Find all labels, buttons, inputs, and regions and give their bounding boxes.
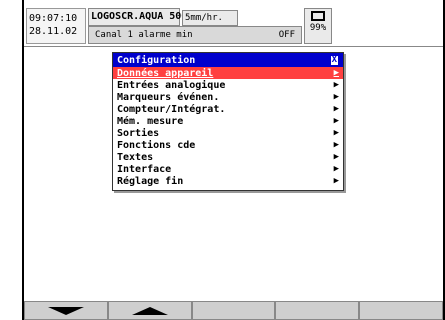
menu-item-label: Mém. mesure — [117, 115, 184, 127]
menu-item-marqueurs-evenements[interactable]: Marqueurs événen. ▶ — [113, 91, 343, 103]
alarm-state: OFF — [278, 30, 295, 40]
menu-item-mem-mesure[interactable]: Mém. mesure ▶ — [113, 115, 343, 127]
alarm-label: Canal 1 alarme min — [95, 30, 193, 40]
chevron-right-icon: ▶ — [333, 116, 339, 126]
clock-date: 28.11.02 — [29, 26, 78, 37]
menu-title: Configuration — [117, 54, 196, 66]
menu-item-textes[interactable]: Textes ▶ — [113, 151, 343, 163]
chevron-right-icon: ▶ — [333, 68, 339, 78]
softkey-up[interactable] — [107, 301, 192, 320]
device-screen: 09:07:10 28.11.02 LOGOSCR.AQUA 500 5mm/h… — [0, 0, 445, 320]
close-icon[interactable]: X — [329, 54, 339, 66]
menu-item-interface[interactable]: Interface ▶ — [113, 163, 343, 175]
menu-item-label: Fonctions cde — [117, 139, 196, 151]
softkey-3[interactable] — [191, 301, 276, 320]
menu-item-label: Textes — [117, 151, 154, 163]
menu-header: Configuration X — [113, 53, 343, 67]
menu-item-reglage-fin[interactable]: Réglage fin ▶ — [113, 175, 343, 187]
chart-speed-button[interactable]: 5mm/hr. — [182, 10, 238, 26]
arrow-up-icon — [131, 306, 168, 315]
header-divider — [24, 46, 443, 47]
softkey-bar — [24, 301, 443, 320]
menu-item-label: Entrées analogique — [117, 79, 226, 91]
top-bar: 09:07:10 28.11.02 LOGOSCR.AQUA 500 5mm/h… — [24, 2, 443, 46]
chevron-right-icon: ▶ — [333, 140, 339, 150]
softkey-down[interactable] — [24, 301, 108, 320]
menu-item-label: Compteur/Intégrat. — [117, 103, 226, 115]
chevron-right-icon: ▶ — [333, 92, 339, 102]
chevron-right-icon: ▶ — [333, 128, 339, 138]
disk-icon — [311, 11, 325, 21]
menu-item-label: Marqueurs événen. — [117, 91, 220, 103]
device-title: LOGOSCR.AQUA 500 — [88, 8, 187, 26]
menu-item-entrees-analogique[interactable]: Entrées analogique ▶ — [113, 79, 343, 91]
menu-item-label: Interface — [117, 163, 172, 175]
disk-percent: 99% — [309, 23, 327, 33]
chevron-right-icon: ▶ — [333, 80, 339, 90]
chevron-right-icon: ▶ — [333, 164, 339, 174]
softkey-4[interactable] — [275, 301, 360, 320]
chevron-right-icon: ▶ — [333, 152, 339, 162]
disk-status: 99% — [304, 8, 332, 44]
configuration-menu: Configuration X Données appareil ▶ Entrée… — [112, 52, 344, 191]
clock-display: 09:07:10 28.11.02 — [26, 8, 86, 44]
menu-item-label: Données appareil — [117, 67, 214, 79]
menu-item-compteur-integrat[interactable]: Compteur/Intégrat. ▶ — [113, 103, 343, 115]
chevron-right-icon: ▶ — [333, 104, 339, 114]
menu-item-fonctions-cde[interactable]: Fonctions cde ▶ — [113, 139, 343, 151]
menu-item-label: Sorties — [117, 127, 160, 139]
chevron-right-icon: ▶ — [333, 176, 339, 186]
menu-item-donnees-appareil[interactable]: Données appareil ▶ — [113, 67, 343, 79]
alarm-status-bar: Canal 1 alarme min OFF — [88, 26, 302, 44]
arrow-down-icon — [47, 306, 84, 315]
clock-time: 09:07:10 — [29, 13, 78, 24]
menu-item-sorties[interactable]: Sorties ▶ — [113, 127, 343, 139]
menu-item-label: Réglage fin — [117, 175, 184, 187]
softkey-5[interactable] — [359, 301, 443, 320]
